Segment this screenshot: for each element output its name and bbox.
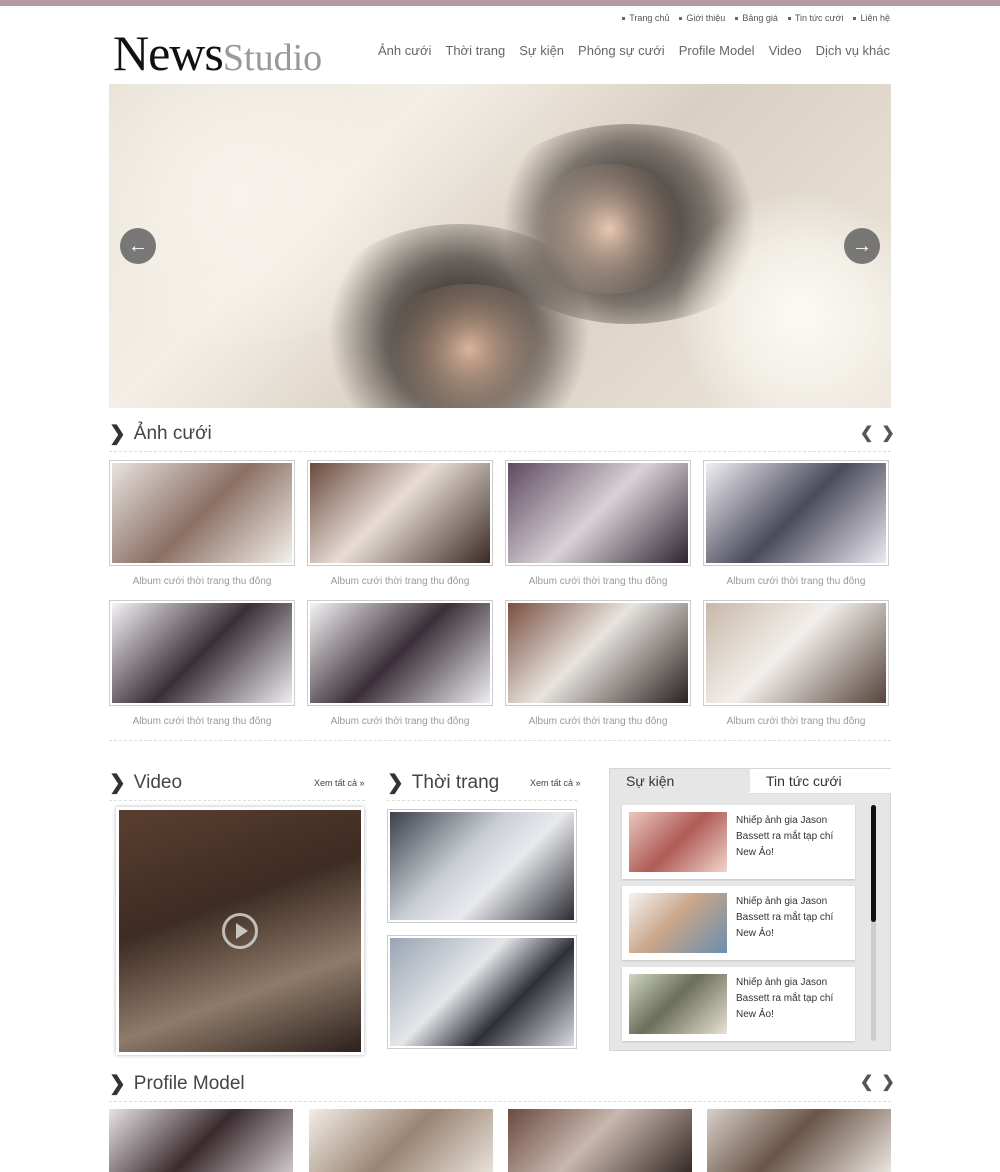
album-caption[interactable]: Album cưới thời trang thu đông — [505, 716, 691, 727]
video-thumbnail — [119, 810, 361, 1052]
bullet-icon — [679, 16, 683, 20]
album-thumb[interactable] — [109, 600, 295, 706]
video-player[interactable] — [116, 807, 364, 1055]
nav-dich-vu-khac[interactable]: Dịch vụ khác — [816, 43, 890, 58]
album-caption[interactable]: Album cưới thời trang thu đông — [109, 576, 295, 587]
section-thoi-trang-header: ❯ Thời trang — [387, 770, 499, 795]
album-thumb[interactable] — [307, 600, 493, 706]
news-thumb — [629, 893, 727, 953]
album-thumb[interactable] — [703, 600, 889, 706]
profile-thumb[interactable] — [508, 1109, 692, 1172]
album-thumb[interactable] — [505, 460, 691, 566]
divider — [109, 800, 365, 801]
bullet-icon — [853, 16, 857, 20]
toplink-tin-tuc-cuoi[interactable]: Tin tức cưới — [787, 13, 844, 23]
album-thumb[interactable] — [307, 460, 493, 566]
toplink-gioi-thieu[interactable]: Giới thiệu — [679, 13, 725, 23]
fashion-thumb[interactable] — [387, 809, 577, 923]
divider — [109, 1101, 891, 1102]
section-title: Ảnh cưới — [133, 422, 212, 444]
nav-video[interactable]: Video — [769, 43, 802, 58]
thoi-trang-see-all-link[interactable]: Xem tất cả » — [530, 778, 581, 788]
nav-profile-model[interactable]: Profile Model — [679, 43, 755, 58]
slider-next-button[interactable]: → — [844, 228, 880, 264]
divider — [387, 800, 577, 801]
news-thumb — [629, 812, 727, 872]
toplink-trang-chu[interactable]: Trang chủ — [622, 13, 669, 23]
pager-prev-icon[interactable]: ❮ — [860, 1072, 873, 1092]
news-thumb — [629, 974, 727, 1034]
bullet-icon — [787, 16, 791, 20]
pager-next-icon[interactable]: ❯ — [881, 1072, 894, 1092]
top-links: Trang chủ Giới thiệu Bảng giá Tin tức cư… — [622, 13, 890, 23]
nav-su-kien[interactable]: Sự kiện — [519, 43, 564, 58]
news-title[interactable]: Nhiếp ảnh gia Jason Bassett ra mắt tạp c… — [736, 894, 848, 942]
events-news-tabs: Sự kiện Tin tức cưới Nhiếp ảnh gia Jason… — [609, 768, 891, 1051]
profile-thumb[interactable] — [109, 1109, 293, 1172]
news-item[interactable]: Nhiếp ảnh gia Jason Bassett ra mắt tạp c… — [622, 967, 855, 1041]
bullet-icon — [735, 16, 739, 20]
section-profile-model-header: ❯ Profile Model — [109, 1071, 245, 1096]
pager-prev-icon[interactable]: ❮ — [860, 423, 873, 443]
nav-thoi-trang[interactable]: Thời trang — [445, 43, 505, 58]
album-caption[interactable]: Album cưới thời trang thu đông — [505, 576, 691, 587]
news-item[interactable]: Nhiếp ảnh gia Jason Bassett ra mắt tạp c… — [622, 886, 855, 960]
section-title: Thời trang — [411, 771, 500, 793]
section-title: Video — [133, 771, 183, 793]
hero-slider: ← → — [109, 84, 891, 408]
video-see-all-link[interactable]: Xem tất cả » — [314, 778, 365, 788]
toplink-bang-gia[interactable]: Bảng giá — [735, 13, 778, 23]
album-thumb[interactable] — [703, 460, 889, 566]
divider — [109, 451, 891, 452]
news-title[interactable]: Nhiếp ảnh gia Jason Bassett ra mắt tạp c… — [736, 975, 848, 1023]
top-accent-bar — [0, 0, 1000, 6]
toplink-label: Liên hệ — [860, 13, 890, 23]
site-logo[interactable]: News Studio — [113, 24, 322, 82]
anh-cuoi-pager: ❮ ❯ — [860, 423, 895, 443]
album-caption[interactable]: Album cưới thời trang thu đông — [703, 716, 889, 727]
pager-next-icon[interactable]: ❯ — [881, 423, 894, 443]
toplink-label: Giới thiệu — [686, 13, 726, 23]
bullet-icon — [622, 16, 626, 20]
album-thumb[interactable] — [109, 460, 295, 566]
nav-anh-cuoi[interactable]: Ảnh cưới — [378, 43, 431, 58]
tab-tin-tuc-cuoi[interactable]: Tin tức cưới — [750, 769, 891, 794]
scrollbar-thumb[interactable] — [871, 805, 876, 922]
album-caption[interactable]: Album cưới thời trang thu đông — [307, 716, 493, 727]
hero-image — [109, 84, 891, 408]
logo-studio: Studio — [222, 37, 323, 79]
arrow-right-icon: → — [852, 235, 872, 257]
divider — [109, 740, 891, 741]
section-video-header: ❯ Video — [109, 770, 182, 795]
arrow-left-icon: ← — [128, 235, 148, 257]
tab-su-kien[interactable]: Sự kiện — [610, 769, 750, 794]
profile-thumb[interactable] — [707, 1109, 891, 1172]
toplink-label: Tin tức cưới — [794, 13, 844, 23]
chevron-right-icon: ❯ — [387, 772, 404, 794]
main-nav: Ảnh cưới Thời trang Sự kiện Phóng sự cướ… — [378, 43, 890, 58]
chevron-right-icon: ❯ — [109, 1073, 126, 1095]
album-thumb[interactable] — [505, 600, 691, 706]
play-icon[interactable] — [222, 913, 258, 949]
album-caption[interactable]: Album cưới thời trang thu đông — [109, 716, 295, 727]
toplink-lien-he[interactable]: Liên hệ — [853, 13, 890, 23]
profile-pager: ❮ ❯ — [860, 1072, 895, 1092]
news-item[interactable]: Nhiếp ảnh gia Jason Bassett ra mắt tạp c… — [622, 805, 855, 879]
album-caption[interactable]: Album cưới thời trang thu đông — [703, 576, 889, 587]
toplink-label: Bảng giá — [742, 13, 778, 23]
slider-prev-button[interactable]: ← — [120, 228, 156, 264]
nav-phong-su-cuoi[interactable]: Phóng sự cưới — [578, 43, 665, 58]
chevron-right-icon: ❯ — [109, 772, 126, 794]
logo-news: News — [113, 25, 224, 81]
section-title: Profile Model — [133, 1072, 245, 1094]
chevron-right-icon: ❯ — [109, 423, 126, 445]
profile-thumb[interactable] — [309, 1109, 493, 1172]
album-caption[interactable]: Album cưới thời trang thu đông — [307, 576, 493, 587]
news-title[interactable]: Nhiếp ảnh gia Jason Bassett ra mắt tạp c… — [736, 813, 848, 861]
fashion-thumb[interactable] — [387, 935, 577, 1049]
section-anh-cuoi-header: ❯ Ảnh cưới — [109, 421, 212, 446]
toplink-label: Trang chủ — [629, 13, 670, 23]
